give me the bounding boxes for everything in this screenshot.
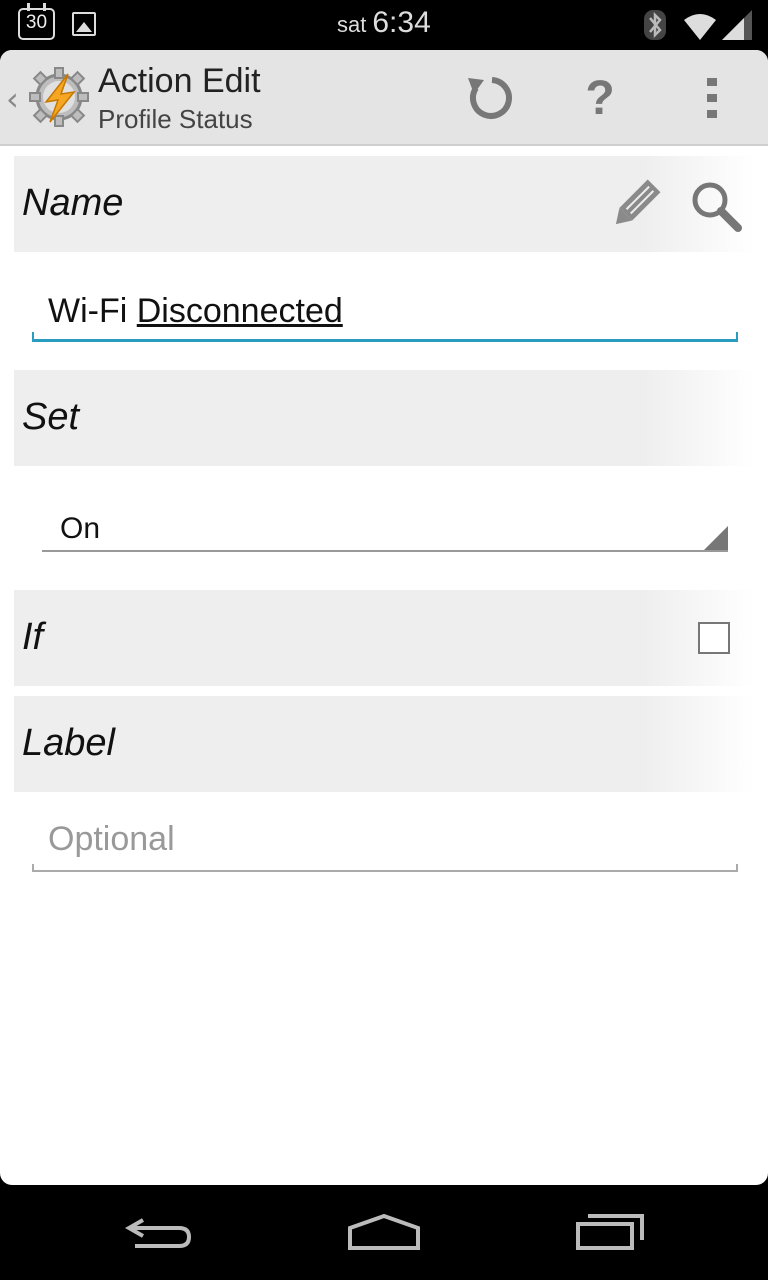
page-subtitle: Profile Status [98, 104, 253, 134]
name-value-plain: Wi-Fi [48, 292, 137, 330]
name-section-header: Name [14, 156, 754, 252]
if-label: If [22, 616, 44, 658]
search-icon[interactable] [688, 178, 744, 234]
set-section-header: Set [14, 370, 754, 466]
action-bar: ‹ Action Edit Profile Status ? [0, 50, 768, 146]
back-nav-icon [124, 1218, 192, 1248]
label-label: Label [22, 722, 115, 764]
page-title: Action Edit [98, 62, 261, 100]
refresh-button[interactable] [453, 66, 523, 130]
app-window: ‹ Action Edit Profile Status ? Name Wi-F… [0, 50, 768, 1185]
help-icon: ? [585, 71, 615, 125]
name-input[interactable]: Wi-Fi Disconnected [32, 292, 738, 342]
label-input-placeholder: Optional [48, 820, 175, 858]
name-label: Name [22, 182, 124, 224]
name-input-value: Wi-Fi Disconnected [48, 292, 343, 331]
wifi-icon [684, 14, 716, 40]
image-icon [72, 12, 96, 36]
if-checkbox[interactable] [698, 622, 730, 654]
clock-time: 6:34 [372, 6, 431, 39]
signal-icon [722, 10, 752, 40]
if-section-header: If [14, 590, 754, 686]
status-bar: 30 sat 6:34 [0, 0, 768, 50]
recents-nav-button[interactable] [555, 1207, 665, 1257]
status-icons [644, 10, 752, 40]
refresh-icon [468, 77, 512, 119]
overflow-menu-icon [707, 78, 717, 118]
status-clock: sat 6:34 [337, 6, 431, 40]
label-input[interactable]: Optional [32, 816, 738, 872]
home-nav-button[interactable] [329, 1207, 439, 1257]
calendar-icon: 30 [18, 3, 55, 40]
back-caret-icon[interactable]: ‹ [6, 80, 19, 118]
set-dropdown-value: On [60, 512, 101, 545]
dropdown-arrow-icon [704, 526, 728, 550]
recents-nav-icon [576, 1214, 644, 1250]
set-label: Set [22, 396, 80, 438]
pencil-icon[interactable] [608, 176, 662, 234]
home-nav-icon [348, 1213, 420, 1250]
name-value-underlined: Disconnected [136, 292, 343, 330]
clock-day: sat [337, 12, 367, 37]
help-button[interactable]: ? [565, 66, 635, 130]
bluetooth-icon [644, 10, 666, 40]
set-dropdown[interactable]: On [42, 510, 728, 552]
label-section-header: Label [14, 696, 754, 792]
overflow-menu-button[interactable] [677, 66, 747, 130]
back-nav-button[interactable] [104, 1207, 214, 1257]
navigation-bar [0, 1185, 768, 1280]
tasker-icon[interactable] [28, 66, 90, 128]
